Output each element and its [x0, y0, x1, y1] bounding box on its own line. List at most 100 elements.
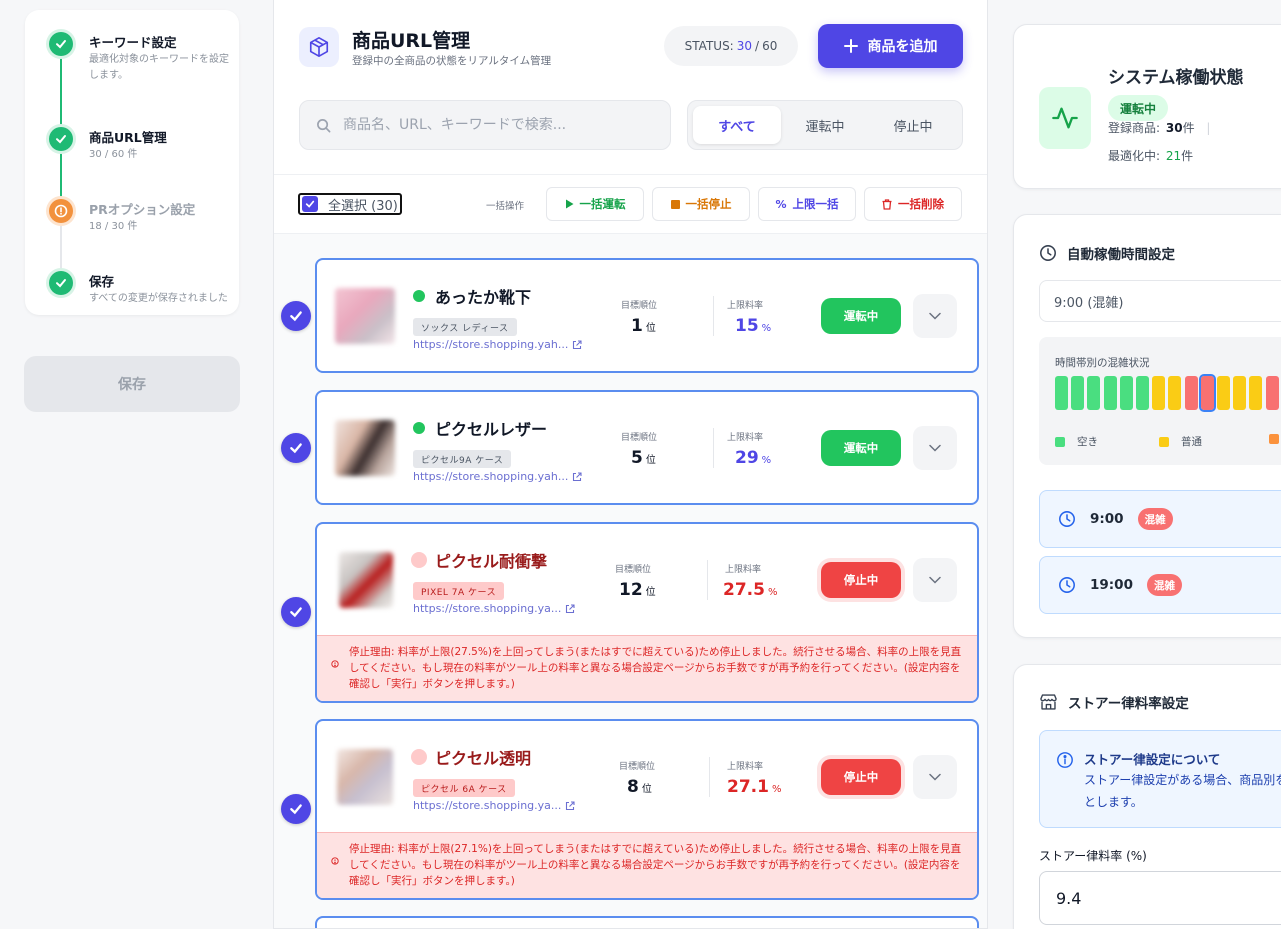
tab-running[interactable]: 運転中: [781, 106, 869, 144]
keyword-tag: PIXEL 7A ケース: [413, 582, 505, 600]
trash-icon: [882, 198, 892, 210]
bulk-limit-button[interactable]: % 上限一括: [758, 187, 856, 221]
toggle-state-button[interactable]: 停止中: [821, 759, 901, 795]
hour-bar[interactable]: [1217, 376, 1230, 410]
add-product-button[interactable]: 商品を追加: [818, 24, 963, 68]
time-select[interactable]: 9:00 (混雑): [1039, 280, 1281, 322]
search-input[interactable]: [343, 117, 643, 133]
external-link-icon: [566, 603, 575, 613]
product-card[interactable]: ピクセルレザー ピクセル9A ケース https://store.shoppin…: [315, 390, 979, 505]
divider: [274, 174, 987, 175]
product-card[interactable]: ピクセル耐衝撃 PIXEL 7A ケース https://store.shopp…: [315, 522, 979, 703]
keyword-tag: ピクセル 6A ケース: [413, 779, 515, 797]
save-button[interactable]: 保存: [24, 356, 240, 412]
rate-value: 15%: [735, 316, 772, 336]
hour-bar[interactable]: [1071, 376, 1085, 410]
tab-stopped[interactable]: 停止中: [869, 106, 957, 144]
bulk-delete-button[interactable]: 一括削除: [864, 187, 962, 221]
toggle-state-button[interactable]: 運転中: [821, 430, 901, 466]
store-rate-title: ストアー律料率設定: [1039, 692, 1189, 712]
hour-bar[interactable]: [1136, 376, 1149, 410]
product-card[interactable]: あったか靴下 ソックス レディース https://store.shopping…: [315, 258, 979, 373]
row-checkbox[interactable]: [281, 301, 311, 331]
product-url-link[interactable]: https://store.shopping.ya...: [413, 799, 575, 812]
congestion-badge: 混雑: [1146, 574, 1182, 596]
expand-button[interactable]: [913, 426, 957, 470]
rank-label: 目標順位: [619, 762, 656, 772]
toggle-state-button[interactable]: 運転中: [821, 298, 901, 334]
product-thumbnail: [335, 420, 395, 476]
tab-all[interactable]: すべて: [693, 106, 781, 144]
step-connector: [60, 224, 62, 276]
bulk-stop-button[interactable]: 一括停止: [652, 187, 750, 221]
step-title: 商品URL管理: [89, 130, 167, 145]
status-dot: [411, 749, 427, 765]
plus-icon: [843, 39, 858, 53]
hour-bar[interactable]: [1249, 376, 1263, 410]
expand-button[interactable]: [913, 294, 957, 338]
schedule-title: 自動稼働時間設定: [1039, 243, 1175, 263]
rank-value: 8位: [627, 777, 652, 797]
info-icon: [1057, 752, 1073, 768]
clock-icon: [1059, 577, 1075, 593]
rank-label: 目標順位: [621, 301, 658, 311]
expand-button[interactable]: [913, 558, 957, 602]
hour-bar[interactable]: [1103, 376, 1117, 410]
percent-icon: %: [775, 197, 787, 211]
store-rate-input[interactable]: [1039, 871, 1281, 925]
step-subtitle: 30 / 60 件: [89, 149, 138, 160]
hour-bar[interactable]: [1119, 376, 1133, 410]
status-dot: [413, 290, 425, 302]
keyword-tag: ソックス レディース: [413, 318, 517, 336]
row-checkbox[interactable]: [281, 794, 311, 824]
info-text: ストアー律設定がある場合、商品別を無効とします。: [1084, 773, 1281, 809]
hour-bar[interactable]: [1265, 376, 1279, 410]
rate-label: 上限料率: [725, 565, 762, 575]
expand-button[interactable]: [913, 755, 957, 799]
product-url-link[interactable]: https://store.shopping.yah...: [413, 338, 582, 351]
schedule-card: 自動稼働時間設定 9:00 (混雑) 時間帯別の混雑状況 空き 普通 9:00 …: [1013, 214, 1281, 638]
slot-time: 9:00: [1090, 511, 1124, 527]
rate-label: 上限料率: [727, 762, 764, 772]
stop-reason-alert: 停止理由: 料率が上限(27.1%)を上回ってしまう(またはすでに超えている)た…: [317, 832, 977, 898]
legend-swatch: [1159, 436, 1169, 447]
store-icon: [1040, 694, 1057, 710]
hour-bar[interactable]: [1055, 376, 1068, 410]
product-url-link[interactable]: https://store.shopping.ya...: [413, 602, 575, 615]
hour-bar[interactable]: [1233, 376, 1247, 410]
hour-bar[interactable]: [1184, 376, 1198, 410]
hour-bar[interactable]: [1152, 376, 1166, 410]
bulk-run-button[interactable]: 一括運転: [546, 187, 644, 221]
row-checkbox[interactable]: [281, 433, 311, 463]
page-subtitle: 登録中の全商品の状態をリアルタイム管理: [352, 55, 552, 67]
time-slot[interactable]: 9:00 混雑: [1039, 490, 1281, 548]
progress-steps: キーワード設定 最適化対象のキーワードを設定します。 商品URL管理 30 / …: [25, 10, 239, 315]
alert-icon: [49, 199, 73, 223]
time-slot[interactable]: 19:00 混雑: [1039, 556, 1281, 614]
select-all-checkbox[interactable]: 全選択 (30): [298, 193, 402, 215]
store-rate-info: ストアー律設定について ストアー律設定がある場合、商品別を無効とします。: [1039, 730, 1281, 828]
slot-time: 19:00: [1090, 577, 1133, 593]
toggle-state-button[interactable]: 停止中: [821, 562, 901, 598]
product-url-link[interactable]: https://store.shopping.yah...: [413, 470, 582, 483]
alert-circle-icon: [331, 660, 339, 668]
product-card[interactable]: [315, 916, 979, 928]
product-card[interactable]: ピクセル透明 ピクセル 6A ケース https://store.shoppin…: [315, 719, 979, 900]
metric-divider: [713, 428, 714, 468]
rate-value: 27.5%: [723, 580, 778, 600]
package-icon: [299, 27, 339, 67]
store-rate-card: ストアー律料率設定 ストアー律設定について ストアー律設定がある場合、商品別を無…: [1013, 664, 1281, 929]
congestion-heatmap: 時間帯別の混雑状況 空き 普通: [1039, 337, 1281, 465]
hour-bar[interactable]: [1168, 376, 1182, 410]
legend-swatch: [1269, 434, 1279, 444]
hour-bar[interactable]: [1087, 376, 1101, 410]
hour-bar[interactable]: [1198, 374, 1216, 412]
registered-count: 登録商品: 30件 |: [1108, 121, 1211, 135]
alert-circle-icon: [331, 857, 339, 865]
row-checkbox[interactable]: [281, 597, 311, 627]
play-icon: [565, 199, 573, 209]
step-connector: [60, 152, 62, 204]
congestion-badge: 混雑: [1137, 508, 1173, 530]
checkbox-checked-icon: [302, 196, 318, 212]
product-thumbnail: [337, 749, 393, 805]
